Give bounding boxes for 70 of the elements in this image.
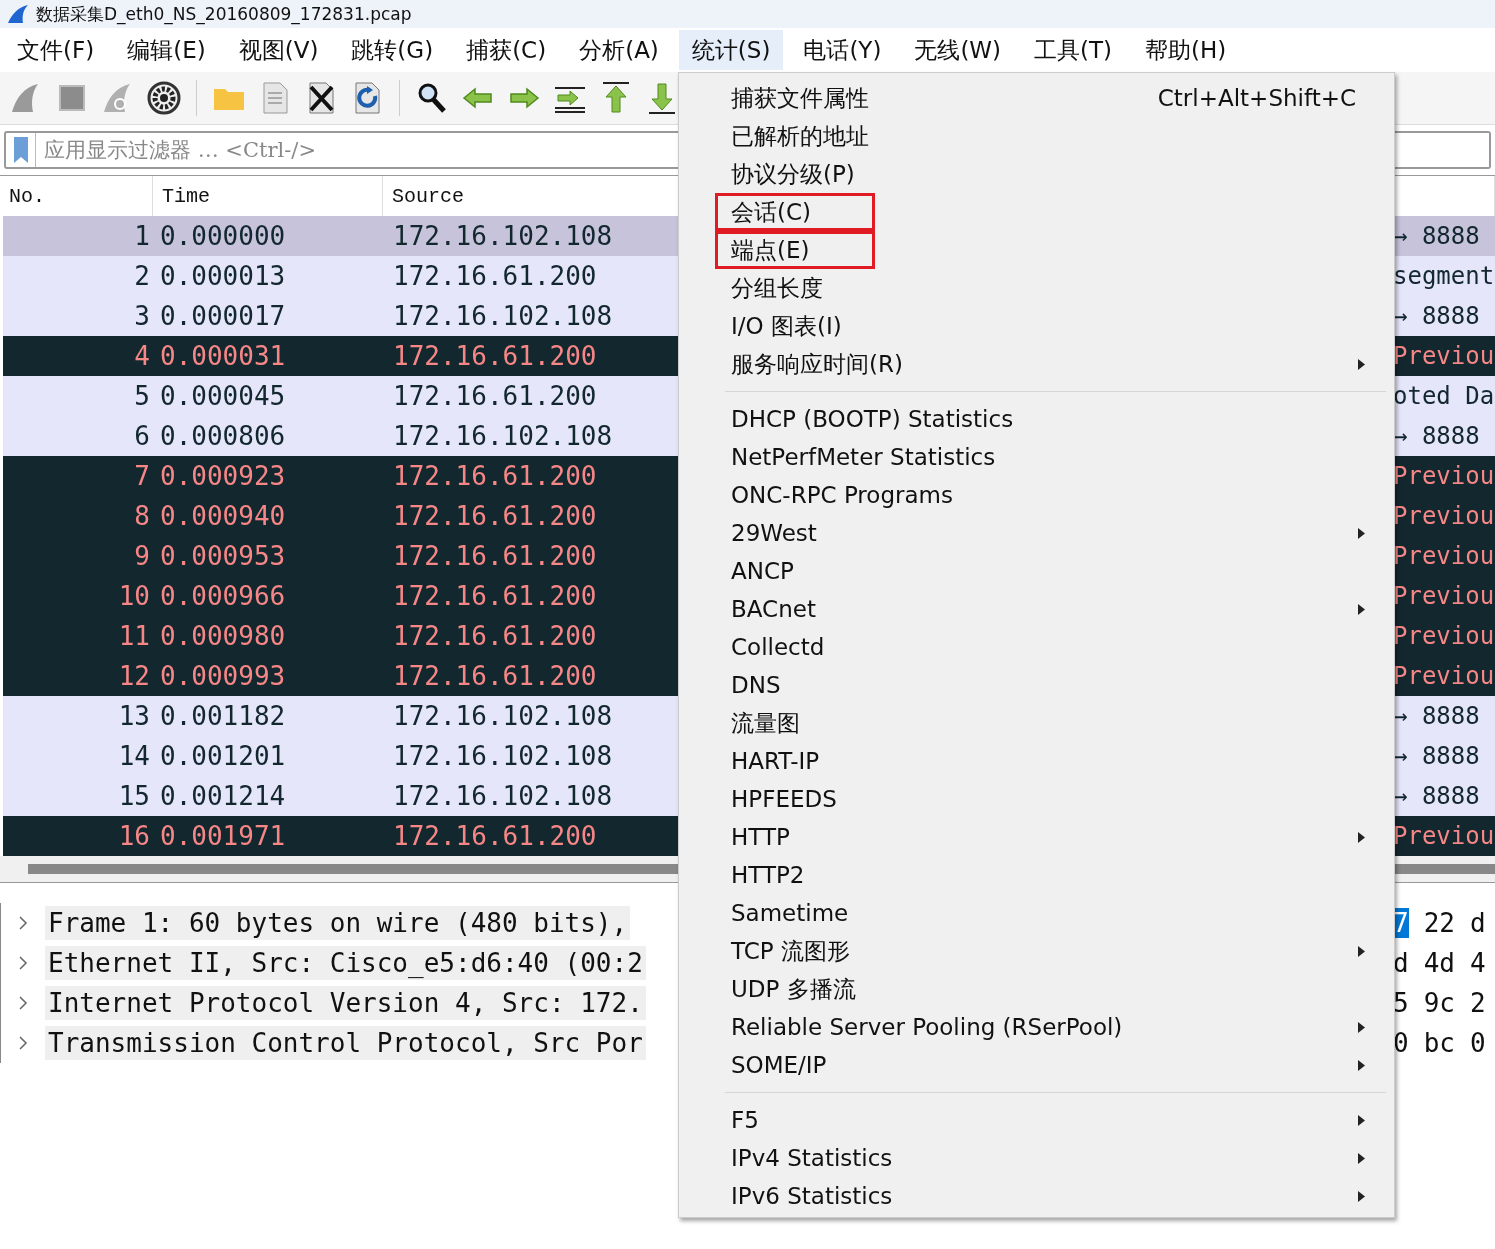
table-cell: Previou — [1393, 582, 1495, 610]
hex-byte: 9c — [1423, 988, 1455, 1018]
table-cell-text: 0.001214 — [159, 781, 287, 811]
table-cell-text: 0.001182 — [159, 701, 287, 731]
table-cell-text: 172.16.61.200 — [392, 621, 598, 651]
table-cell-text: 0.000045 — [159, 381, 287, 411]
table-cell-text: 2 — [133, 261, 151, 291]
table-cell-text: 172.16.102.108 — [392, 781, 614, 811]
table-cell-text: 12 — [117, 661, 151, 691]
table-cell-text: 172.16.61.200 — [392, 541, 598, 571]
table-cell-text: 0.000923 — [159, 461, 287, 491]
hex-byte: 2 — [1469, 988, 1486, 1018]
table-cell-text: 172.16.102.108 — [392, 741, 614, 771]
hex-byte: 0 — [1393, 1028, 1409, 1058]
table-cell-text: 15 — [117, 781, 151, 811]
table-cell-text: 5 — [133, 381, 151, 411]
table-cell: Previou — [1393, 462, 1495, 490]
window-title: 数据采集D_eth0_NS_20160809_172831.pcap — [36, 2, 412, 26]
hex-byte: 4 — [1469, 948, 1486, 978]
table-cell-text: 172.16.102.108 — [392, 701, 614, 731]
table-cell-text: 172.16.61.200 — [392, 461, 598, 491]
table-cell: Previou — [1393, 662, 1495, 690]
table-cell-text: 16 — [117, 821, 151, 851]
hex-byte: 5 — [1393, 988, 1409, 1018]
hex-byte: 22 — [1423, 908, 1455, 938]
table-cell: Previou — [1393, 822, 1495, 850]
table-cell-text: 4 — [133, 341, 151, 371]
table-cell-text: 172.16.61.200 — [392, 341, 598, 371]
table-cell-text: 0.000940 — [159, 501, 287, 531]
table-cell-text: 172.16.102.108 — [392, 301, 614, 331]
table-cell-text: 172.16.61.200 — [392, 581, 598, 611]
table-cell-text: 11 — [117, 621, 151, 651]
table-cell-text: 0.000806 — [159, 421, 287, 451]
table-cell-text: 1 — [133, 221, 151, 251]
table-cell-text: 0.000031 — [159, 341, 287, 371]
hex-byte: 4d — [1423, 948, 1455, 978]
table-cell-text: 3 — [133, 301, 151, 331]
hex-byte: d — [1393, 948, 1409, 978]
table-cell-text: 172.16.61.200 — [392, 501, 598, 531]
table-cell-text: 0.000993 — [159, 661, 287, 691]
table-cell-text: 8 — [133, 501, 151, 531]
table-cell-text: 172.16.102.108 — [392, 221, 614, 251]
table-cell-text: 14 — [117, 741, 151, 771]
table-cell-text: 0.001201 — [159, 741, 287, 771]
table-cell-text: 0.000966 — [159, 581, 287, 611]
table-cell-text: 9 — [133, 541, 151, 571]
table-cell-text: 0.001971 — [159, 821, 287, 851]
table-cell-text: 172.16.61.200 — [392, 821, 598, 851]
table-cell-text: 172.16.61.200 — [392, 381, 598, 411]
table-cell: Previou — [1393, 502, 1495, 530]
hex-byte: bc — [1423, 1028, 1455, 1058]
table-cell: Previou — [1393, 622, 1495, 650]
table-cell-text: 172.16.102.108 — [392, 421, 614, 451]
hex-byte: d — [1469, 908, 1486, 938]
table-cell-text: 172.16.61.200 — [392, 661, 598, 691]
table-cell-text: 10 — [117, 581, 151, 611]
table-cell-text: 0.000000 — [159, 221, 287, 251]
table-cell: segment — [1393, 262, 1495, 290]
hex-byte: 0 — [1469, 1028, 1486, 1058]
table-cell-text: 7 — [133, 461, 151, 491]
table-cell: oted Da — [1393, 382, 1495, 410]
table-cell: Previou — [1393, 342, 1495, 370]
table-cell: Previou — [1393, 542, 1495, 570]
table-cell-text: 0.000013 — [159, 261, 287, 291]
table-cell-text: 13 — [117, 701, 151, 731]
table-cell-text: 0.000980 — [159, 621, 287, 651]
table-cell-text: 172.16.61.200 — [392, 261, 598, 291]
table-cell-text: 0.000953 — [159, 541, 287, 571]
table-cell-text: 6 — [133, 421, 151, 451]
table-cell-text: 0.000017 — [159, 301, 287, 331]
